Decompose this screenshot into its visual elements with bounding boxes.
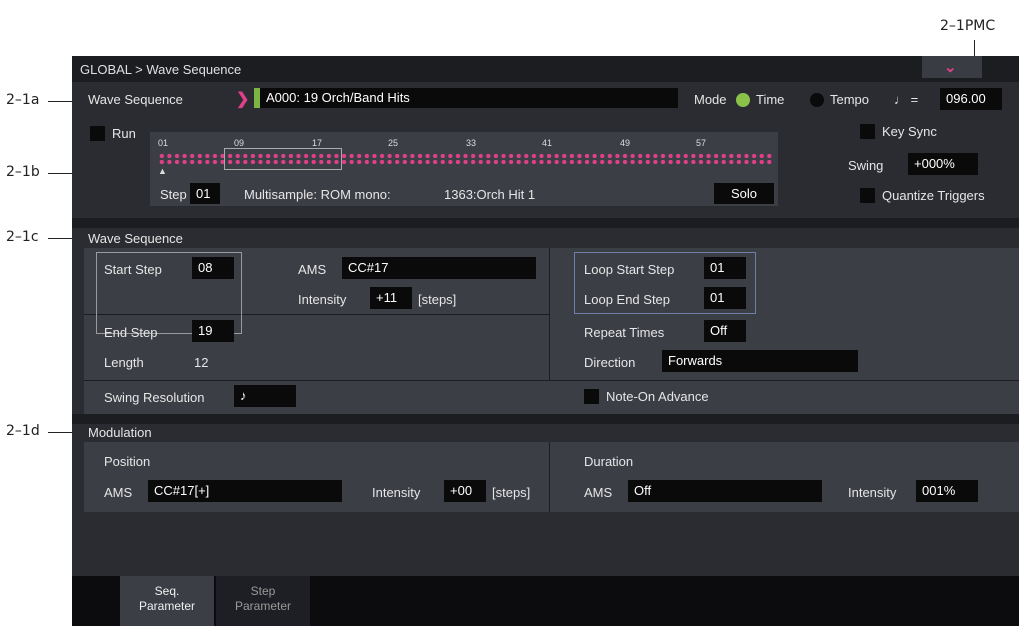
note-on-advance-label: Note-On Advance <box>606 389 709 404</box>
tab-seq-parameter-line1: Seq. <box>154 584 180 598</box>
mode-label: Mode <box>694 92 727 107</box>
chevron-right-icon[interactable]: ❯ <box>236 89 249 109</box>
ruler-tick: 01 <box>158 138 169 148</box>
ruler-tick: 33 <box>466 138 477 148</box>
dur-intensity-label: Intensity <box>848 485 897 500</box>
tab-bar <box>72 576 1019 626</box>
swing-field[interactable]: +000% <box>908 153 978 175</box>
mod-column-divider <box>549 442 550 512</box>
mode-time-label: Time <box>756 92 785 107</box>
repeat-times-label: Repeat Times <box>584 325 665 340</box>
multisample-label: Multisample: ROM mono: <box>244 187 391 202</box>
title-bar: GLOBAL > Wave Sequence ⌄ <box>72 56 1019 82</box>
solo-button[interactable]: Solo <box>714 183 774 204</box>
loop-start-label: Loop Start Step <box>584 262 675 277</box>
ws-select-label: Wave Sequence <box>88 92 183 107</box>
pos-ams-label: AMS <box>104 485 133 500</box>
section-divider <box>72 218 1019 228</box>
quantize-triggers-label: Quantize Triggers <box>882 188 985 203</box>
section-divider <box>72 414 1019 424</box>
callout-2-1b: 2–1b <box>6 164 40 180</box>
ruler-tick: 25 <box>388 138 399 148</box>
ws-select-field[interactable]: A000: 19 Orch/Band Hits <box>260 88 678 108</box>
ruler-tick: 17 <box>312 138 323 148</box>
tab-step-parameter-line1: Step <box>250 584 276 598</box>
ams-label: AMS <box>298 262 327 277</box>
direction-field[interactable]: Forwards <box>662 350 858 372</box>
callout-2-1c: 2–1c <box>6 229 39 245</box>
step-cursor-icon: ▲ <box>158 166 167 176</box>
loop-start-field[interactable]: 01 <box>704 257 746 279</box>
callout-pmc: 2–1PMC <box>940 18 996 34</box>
swing-label: Swing <box>848 158 884 173</box>
quantize-triggers-checkbox[interactable] <box>860 188 875 203</box>
ws-section-header: Wave Sequence <box>88 231 183 246</box>
mode-tempo-label: Tempo <box>830 92 870 107</box>
mode-tempo-radio[interactable] <box>810 93 824 107</box>
multisample-value: 1363:Orch Hit 1 <box>444 187 536 202</box>
step-range-box <box>224 148 342 170</box>
chevron-down-icon: ⌄ <box>944 59 957 76</box>
repeat-times-field[interactable]: Off <box>704 320 746 342</box>
key-sync-label: Key Sync <box>882 124 937 139</box>
pos-intensity-field[interactable]: +00 <box>444 480 486 502</box>
step-field[interactable]: 01 <box>190 183 220 204</box>
tempo-field[interactable]: 096.00 <box>940 88 1002 110</box>
end-step-label: End Step <box>104 325 158 340</box>
dur-ams-label: AMS <box>584 485 613 500</box>
pos-ams-field[interactable]: CC#17[+] <box>148 480 342 502</box>
dur-intensity-field[interactable]: 001% <box>916 480 978 502</box>
end-step-field[interactable]: 19 <box>192 320 234 342</box>
step-label: Step <box>160 187 187 202</box>
position-label: Position <box>104 454 151 469</box>
page-menu-button[interactable]: ⌄ <box>922 56 982 78</box>
callout-2-1d: 2–1d <box>6 423 40 439</box>
swing-resolution-field[interactable]: ♪ <box>234 385 296 407</box>
tab-seq-parameter[interactable]: Seq. Parameter <box>120 576 214 626</box>
pos-intensity-unit: [steps] <box>492 485 531 500</box>
direction-label: Direction <box>584 355 636 370</box>
key-sync-checkbox[interactable] <box>860 124 875 139</box>
intensity-field[interactable]: +11 <box>370 287 412 309</box>
loop-end-field[interactable]: 01 <box>704 287 746 309</box>
loop-end-label: Loop End Step <box>584 292 671 307</box>
mod-section-header: Modulation <box>88 425 152 440</box>
length-label: Length <box>104 355 144 370</box>
tempo-symbol: ♩ = <box>894 92 919 107</box>
mode-time-radio[interactable] <box>736 93 750 107</box>
callout-2-1a: 2–1a <box>6 92 40 108</box>
run-checkbox[interactable] <box>90 126 105 141</box>
ruler-tick: 49 <box>620 138 631 148</box>
ws-swing-panel <box>84 381 1019 414</box>
swing-resolution-label: Swing Resolution <box>104 390 205 405</box>
length-value: 12 <box>194 355 209 370</box>
tab-step-parameter-line2: Parameter <box>234 599 292 613</box>
wave-sequence-screen: GLOBAL > Wave Sequence ⌄ Wave Sequence ❯… <box>72 56 1019 626</box>
start-step-label: Start Step <box>104 262 162 277</box>
run-label: Run <box>112 126 136 141</box>
note-on-advance-checkbox[interactable] <box>584 389 599 404</box>
dur-ams-field[interactable]: Off <box>628 480 822 502</box>
tab-seq-parameter-line2: Parameter <box>138 599 196 613</box>
intensity-unit: [steps] <box>418 292 457 307</box>
page-title: GLOBAL > Wave Sequence <box>80 62 242 77</box>
ruler-tick: 41 <box>542 138 553 148</box>
ams-field[interactable]: CC#17 <box>342 257 536 279</box>
tab-step-parameter[interactable]: Step Parameter <box>216 576 310 626</box>
ruler-tick: 57 <box>696 138 707 148</box>
duration-label: Duration <box>584 454 634 469</box>
pos-intensity-label: Intensity <box>372 485 421 500</box>
start-step-field[interactable]: 08 <box>192 257 234 279</box>
intensity-label: Intensity <box>298 292 347 307</box>
ruler-tick: 09 <box>234 138 245 148</box>
